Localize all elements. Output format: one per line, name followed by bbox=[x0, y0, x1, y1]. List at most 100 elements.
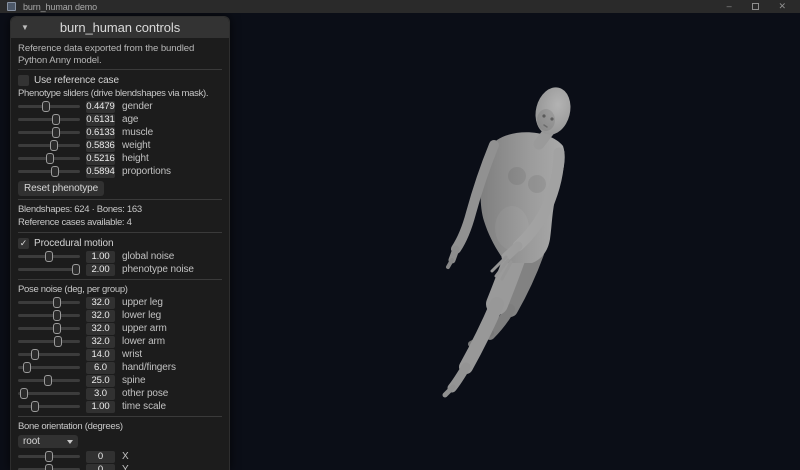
slider-track[interactable] bbox=[18, 340, 80, 343]
slider-track[interactable] bbox=[18, 170, 80, 173]
slider-track[interactable] bbox=[18, 405, 80, 408]
slider-handle[interactable] bbox=[53, 310, 61, 321]
label-gender: gender bbox=[122, 101, 153, 112]
bone-select[interactable]: root bbox=[18, 435, 78, 448]
slider-handle[interactable] bbox=[45, 251, 53, 262]
slider-handle[interactable] bbox=[51, 166, 59, 177]
slider-row-time-scale: 1.00time scale bbox=[18, 400, 222, 413]
slider-muscle[interactable] bbox=[18, 126, 80, 139]
value-global-noise[interactable]: 1.00 bbox=[86, 251, 115, 263]
bone-orientation-sliders: 0X0Y0Z bbox=[18, 450, 222, 470]
slider-handle[interactable] bbox=[52, 114, 60, 125]
reference-description: Reference data exported from the bundled… bbox=[18, 43, 222, 66]
slider-handle[interactable] bbox=[53, 323, 61, 334]
slider-upper-arm[interactable] bbox=[18, 322, 80, 335]
slider-age[interactable] bbox=[18, 113, 80, 126]
close-icon[interactable]: ✕ bbox=[779, 0, 786, 13]
slider-handle[interactable] bbox=[20, 388, 28, 399]
label-muscle: muscle bbox=[122, 127, 153, 138]
slider-handle[interactable] bbox=[50, 140, 58, 151]
minimize-icon[interactable]: – bbox=[727, 0, 732, 13]
slider-handle[interactable] bbox=[44, 375, 52, 386]
slider-handle[interactable] bbox=[53, 297, 61, 308]
slider-other-pose[interactable] bbox=[18, 387, 80, 400]
slider-proportions[interactable] bbox=[18, 165, 80, 178]
slider-height[interactable] bbox=[18, 152, 80, 165]
value-time-scale[interactable]: 1.00 bbox=[86, 401, 115, 413]
slider-row-other-pose: 3.0other pose bbox=[18, 387, 222, 400]
slider-phenotype-noise[interactable] bbox=[18, 263, 80, 276]
slider-handle[interactable] bbox=[31, 349, 39, 360]
slider-y[interactable] bbox=[18, 463, 80, 470]
slider-handle[interactable] bbox=[42, 101, 50, 112]
panel-header[interactable]: ▼ burn_human controls bbox=[11, 17, 229, 38]
slider-track[interactable] bbox=[18, 268, 80, 271]
slider-handle[interactable] bbox=[72, 264, 80, 275]
value-lower-arm[interactable]: 32.0 bbox=[86, 336, 115, 348]
value-weight[interactable]: 0.5836 bbox=[86, 140, 115, 152]
label-global-noise: global noise bbox=[122, 251, 174, 262]
slider-upper-leg[interactable] bbox=[18, 296, 80, 309]
value-wrist[interactable]: 14.0 bbox=[86, 349, 115, 361]
value-proportions[interactable]: 0.5894 bbox=[86, 166, 115, 178]
slider-handle[interactable] bbox=[46, 153, 54, 164]
controls-panel: ▼ burn_human controls Reference data exp… bbox=[10, 16, 230, 470]
slider-global-noise[interactable] bbox=[18, 250, 80, 263]
slider-wrist[interactable] bbox=[18, 348, 80, 361]
slider-track[interactable] bbox=[18, 118, 80, 121]
slider-hand-fingers[interactable] bbox=[18, 361, 80, 374]
maximize-icon[interactable] bbox=[752, 3, 759, 10]
value-other-pose[interactable]: 3.0 bbox=[86, 388, 115, 400]
value-x[interactable]: 0 bbox=[86, 451, 115, 463]
window-controls: – ✕ bbox=[727, 0, 800, 13]
slider-handle[interactable] bbox=[45, 464, 53, 470]
label-wrist: wrist bbox=[122, 349, 142, 360]
slider-gender[interactable] bbox=[18, 100, 80, 113]
slider-spine[interactable] bbox=[18, 374, 80, 387]
front-foot bbox=[445, 387, 453, 395]
slider-row-upper-leg: 32.0 upper leg bbox=[18, 296, 222, 309]
separator bbox=[18, 279, 222, 280]
value-phenotype-noise[interactable]: 2.00 bbox=[86, 264, 115, 276]
value-spine[interactable]: 25.0 bbox=[86, 375, 115, 387]
value-age[interactable]: 0.6131 bbox=[86, 114, 115, 126]
reset-phenotype-button[interactable]: Reset phenotype bbox=[18, 181, 104, 196]
slider-handle[interactable] bbox=[45, 451, 53, 462]
slider-row-lower-arm: 32.0lower arm bbox=[18, 335, 222, 348]
label-upper-arm: upper arm bbox=[122, 323, 167, 334]
value-lower-leg[interactable]: 32.0 bbox=[86, 310, 115, 322]
value-hand-fingers[interactable]: 6.0 bbox=[86, 362, 115, 374]
value-y[interactable]: 0 bbox=[86, 464, 115, 470]
panel-title: burn_human controls bbox=[11, 20, 229, 35]
slider-handle[interactable] bbox=[31, 401, 39, 412]
slider-track[interactable] bbox=[18, 131, 80, 134]
value-height[interactable]: 0.5216 bbox=[86, 153, 115, 165]
slider-row-gender: 0.4479 gender bbox=[18, 100, 222, 113]
collapse-triangle-icon[interactable]: ▼ bbox=[21, 23, 29, 32]
value-muscle[interactable]: 0.6133 bbox=[86, 127, 115, 139]
label-proportions: proportions bbox=[122, 166, 171, 177]
use-reference-case-checkbox[interactable] bbox=[18, 75, 29, 86]
slider-track[interactable] bbox=[18, 301, 80, 304]
procedural-motion-checkbox[interactable]: ✓ bbox=[18, 238, 29, 249]
label-y: Y bbox=[122, 464, 129, 470]
value-upper-arm[interactable]: 32.0 bbox=[86, 323, 115, 335]
value-gender[interactable]: 0.4479 bbox=[86, 101, 115, 113]
slider-lower-leg[interactable] bbox=[18, 309, 80, 322]
slider-x[interactable] bbox=[18, 450, 80, 463]
chevron-down-icon bbox=[67, 440, 73, 444]
slider-handle[interactable] bbox=[23, 362, 31, 373]
slider-track[interactable] bbox=[18, 314, 80, 317]
slider-row-lower-leg: 32.0lower leg bbox=[18, 309, 222, 322]
procedural-motion-label: Procedural motion bbox=[34, 238, 113, 249]
label-upper-leg: upper leg bbox=[122, 297, 163, 308]
window-title: burn_human demo bbox=[23, 2, 97, 12]
value-upper-leg[interactable]: 32.0 bbox=[86, 297, 115, 309]
slider-handle[interactable] bbox=[54, 336, 62, 347]
slider-handle[interactable] bbox=[52, 127, 60, 138]
slider-track[interactable] bbox=[18, 327, 80, 330]
slider-weight[interactable] bbox=[18, 139, 80, 152]
slider-track[interactable] bbox=[18, 353, 80, 356]
slider-lower-arm[interactable] bbox=[18, 335, 80, 348]
slider-time-scale[interactable] bbox=[18, 400, 80, 413]
